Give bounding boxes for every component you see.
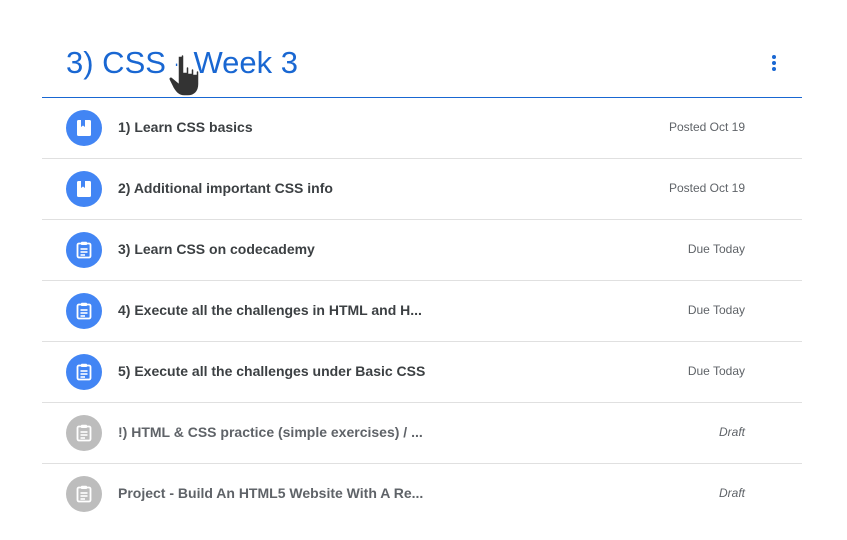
classwork-list: 1) Learn CSS basics Posted Oct 19 2) Add…: [42, 98, 802, 525]
item-status: Draft: [718, 486, 745, 500]
item-title: 4) Execute all the challenges in HTML an…: [118, 302, 422, 318]
item-title: 1) Learn CSS basics: [118, 119, 253, 135]
item-title: Project - Build An HTML5 Website With A …: [118, 485, 424, 501]
classwork-item[interactable]: 4) Execute all the challenges in HTML an…: [42, 281, 802, 342]
more-options-button[interactable]: [759, 48, 789, 78]
classwork-item[interactable]: 2) Additional important CSS info Posted …: [42, 159, 802, 220]
topic-title[interactable]: 3) CSS - Week 3: [66, 44, 298, 82]
classwork-item[interactable]: 1) Learn CSS basics Posted Oct 19: [42, 98, 802, 159]
item-status: Due Today: [687, 364, 745, 378]
item-title: 3) Learn CSS on codecademy: [118, 241, 315, 257]
assignment-icon: [66, 293, 102, 329]
item-title: !) HTML & CSS practice (simple exercises…: [118, 424, 423, 440]
assignment-icon: [66, 354, 102, 390]
topic-section: 3) CSS - Week 3 1) Learn CSS basics Post…: [42, 0, 802, 525]
more-vert-icon: [772, 55, 776, 59]
assignment-icon: [66, 476, 102, 512]
material-icon: [66, 171, 102, 207]
item-status: Posted Oct 19: [668, 181, 745, 195]
assignment-icon: [66, 232, 102, 268]
item-status: Posted Oct 19: [668, 120, 745, 134]
topic-header: 3) CSS - Week 3: [42, 0, 802, 98]
item-status: Due Today: [687, 303, 745, 317]
item-title: 2) Additional important CSS info: [118, 180, 333, 196]
assignment-icon: [66, 415, 102, 451]
material-icon: [66, 110, 102, 146]
classwork-item[interactable]: 3) Learn CSS on codecademy Due Today: [42, 220, 802, 281]
classwork-item-draft[interactable]: !) HTML & CSS practice (simple exercises…: [42, 403, 802, 464]
classwork-item[interactable]: 5) Execute all the challenges under Basi…: [42, 342, 802, 403]
classwork-item-draft[interactable]: Project - Build An HTML5 Website With A …: [42, 464, 802, 525]
item-title: 5) Execute all the challenges under Basi…: [118, 363, 426, 379]
item-status: Due Today: [687, 242, 745, 256]
item-status: Draft: [718, 425, 745, 439]
